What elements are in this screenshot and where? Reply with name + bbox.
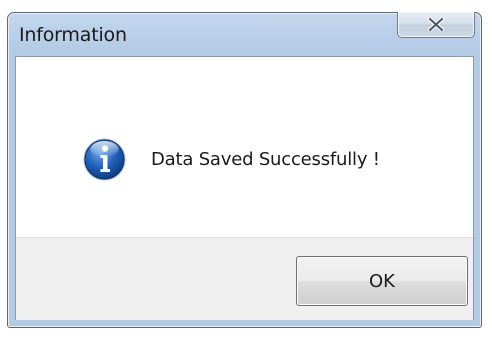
message-text: Data Saved Successfully ! xyxy=(151,149,380,170)
button-area: OK xyxy=(16,237,473,320)
close-icon xyxy=(428,18,444,31)
title-bar[interactable]: Information xyxy=(8,12,481,57)
dialog-title: Information xyxy=(19,24,127,46)
dialog-body: Data Saved Successfully ! OK xyxy=(15,56,474,320)
info-icon xyxy=(83,138,126,181)
message-dialog: Information Data Saved Successfully ! OK xyxy=(7,12,482,328)
close-button[interactable] xyxy=(397,12,475,38)
ok-button[interactable]: OK xyxy=(296,256,468,306)
message-area: Data Saved Successfully ! xyxy=(16,57,473,237)
